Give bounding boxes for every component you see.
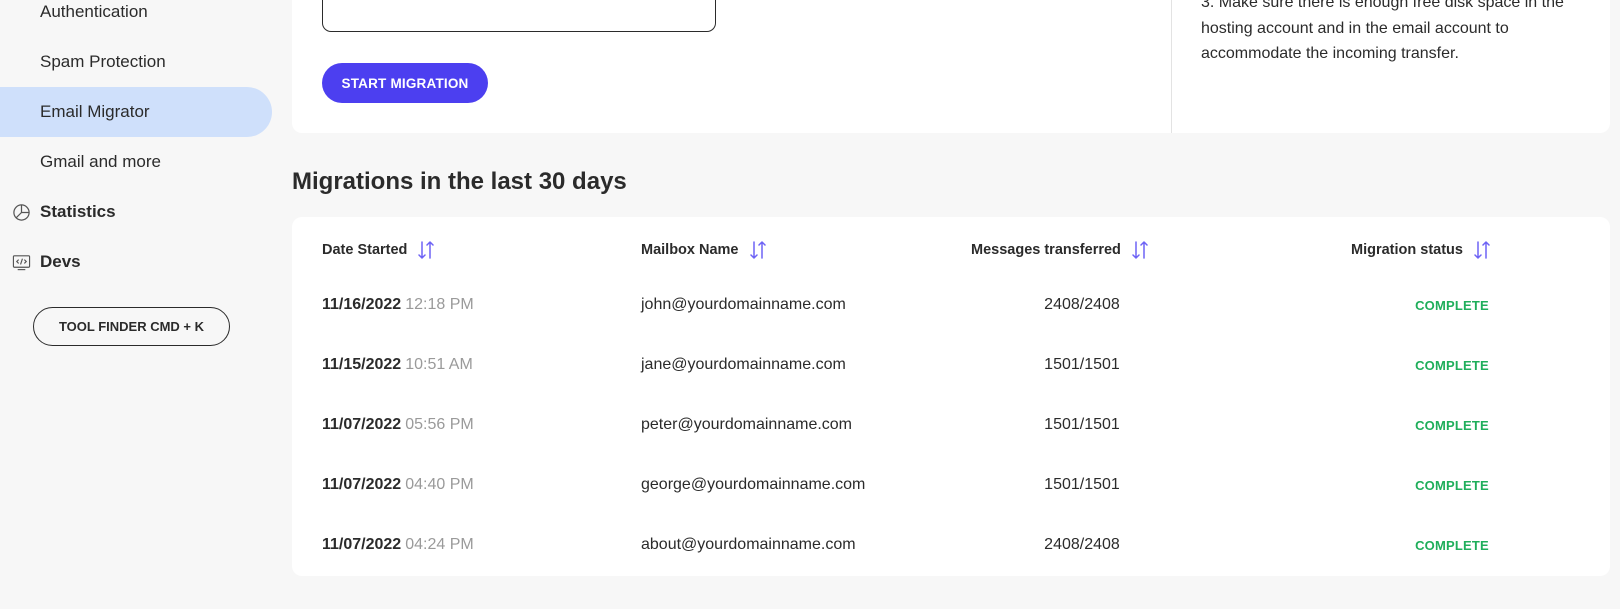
card-divider (1171, 0, 1172, 133)
mailbox-name-cell: jane@yourdomainname.com (641, 356, 846, 373)
sort-icon[interactable] (749, 239, 767, 261)
sort-icon[interactable] (1473, 239, 1491, 261)
table-row: 11/07/2022 04:24 PM about@yourdomainname… (292, 515, 1610, 575)
start-migration-button[interactable]: START MIGRATION (322, 63, 488, 103)
messages-transferred-cell: 2408/2408 (1044, 536, 1120, 553)
date-value: 11/07/2022 (322, 476, 402, 493)
code-icon (12, 254, 31, 270)
mailbox-name-cell: george@yourdomainname.com (641, 476, 866, 493)
mailbox-name-cell: about@yourdomainname.com (641, 536, 856, 553)
table-row: 11/16/2022 12:18 PM john@yourdomainname.… (292, 275, 1610, 335)
status-badge: COMPLETE (1415, 357, 1489, 373)
table-row: 11/07/2022 04:40 PM george@yourdomainnam… (292, 455, 1610, 515)
column-header-label: Mailbox Name (641, 242, 739, 258)
sidebar-item-label: Devs (40, 252, 81, 271)
date-value: 11/16/2022 (322, 296, 402, 313)
migrations-table: Date Started Mailbox Name Messages trans… (292, 217, 1610, 576)
time-value: 12:18 PM (405, 296, 474, 313)
tool-finder-button[interactable]: TOOL FINDER CMD + K (33, 307, 230, 346)
sidebar-item-authentication[interactable]: Authentication (0, 0, 272, 37)
status-badge: COMPLETE (1415, 537, 1489, 553)
date-value: 11/07/2022 (322, 536, 402, 553)
status-badge: COMPLETE (1415, 477, 1489, 493)
sidebar-item-devs[interactable]: Devs (12, 244, 81, 280)
date-started-cell: 11/07/2022 04:24 PM (322, 515, 474, 575)
time-value: 04:40 PM (405, 476, 474, 493)
messages-transferred-cell: 1501/1501 (1044, 476, 1120, 493)
column-header-label: Messages transferred (971, 242, 1121, 258)
sidebar-item-label: Statistics (40, 202, 116, 221)
messages-transferred-cell: 1501/1501 (1044, 416, 1120, 433)
status-badge: COMPLETE (1415, 417, 1489, 433)
messages-transferred-cell: 1501/1501 (1044, 356, 1120, 373)
sidebar-item-label: Spam Protection (40, 52, 166, 71)
column-header-date-started[interactable]: Date Started (322, 235, 435, 265)
mailbox-name-cell: john@yourdomainname.com (641, 296, 846, 313)
column-header-mailbox-name[interactable]: Mailbox Name (641, 235, 767, 265)
migration-form-card: START MIGRATION 3. Make sure there is en… (292, 0, 1610, 133)
column-header-label: Date Started (322, 242, 408, 258)
sidebar-item-label: Authentication (40, 2, 148, 21)
sidebar-item-spam-protection[interactable]: Spam Protection (0, 37, 272, 87)
date-started-cell: 11/16/2022 12:18 PM (322, 275, 474, 335)
sort-icon[interactable] (417, 239, 435, 261)
sidebar-item-label: Email Migrator (40, 102, 150, 121)
date-started-cell: 11/07/2022 05:56 PM (322, 395, 474, 455)
sidebar-item-statistics[interactable]: Statistics (12, 194, 116, 230)
status-badge: COMPLETE (1415, 297, 1489, 313)
table-row: 11/15/2022 10:51 AM jane@yourdomainname.… (292, 335, 1610, 395)
migrations-section-title: Migrations in the last 30 days (292, 168, 627, 195)
column-header-label: Migration status (1351, 242, 1463, 258)
sidebar-item-email-migrator[interactable]: Email Migrator (0, 87, 272, 137)
messages-transferred-cell: 2408/2408 (1044, 296, 1120, 313)
sort-icon[interactable] (1131, 239, 1149, 261)
date-value: 11/07/2022 (322, 416, 402, 433)
time-value: 04:24 PM (405, 536, 474, 553)
time-value: 05:56 PM (405, 416, 474, 433)
pie-chart-icon (13, 203, 30, 221)
mailbox-name-cell: peter@yourdomainname.com (641, 416, 853, 433)
date-started-cell: 11/07/2022 04:40 PM (322, 455, 474, 515)
migration-form-input[interactable] (322, 0, 716, 32)
date-started-cell: 11/15/2022 10:51 AM (322, 335, 473, 395)
sidebar-item-label: Gmail and more (40, 152, 161, 171)
column-header-migration-status[interactable]: Migration status (1351, 235, 1491, 265)
sidebar-item-gmail-and-more[interactable]: Gmail and more (0, 137, 272, 187)
column-header-messages-transferred[interactable]: Messages transferred (971, 235, 1149, 265)
date-value: 11/15/2022 (322, 356, 402, 373)
migration-tip-text: 3. Make sure there is enough free disk s… (1201, 0, 1564, 62)
table-row: 11/07/2022 05:56 PM peter@yourdomainname… (292, 395, 1610, 455)
time-value: 10:51 AM (405, 356, 473, 373)
sidebar: Authentication Spam Protection Email Mig… (0, 0, 280, 609)
